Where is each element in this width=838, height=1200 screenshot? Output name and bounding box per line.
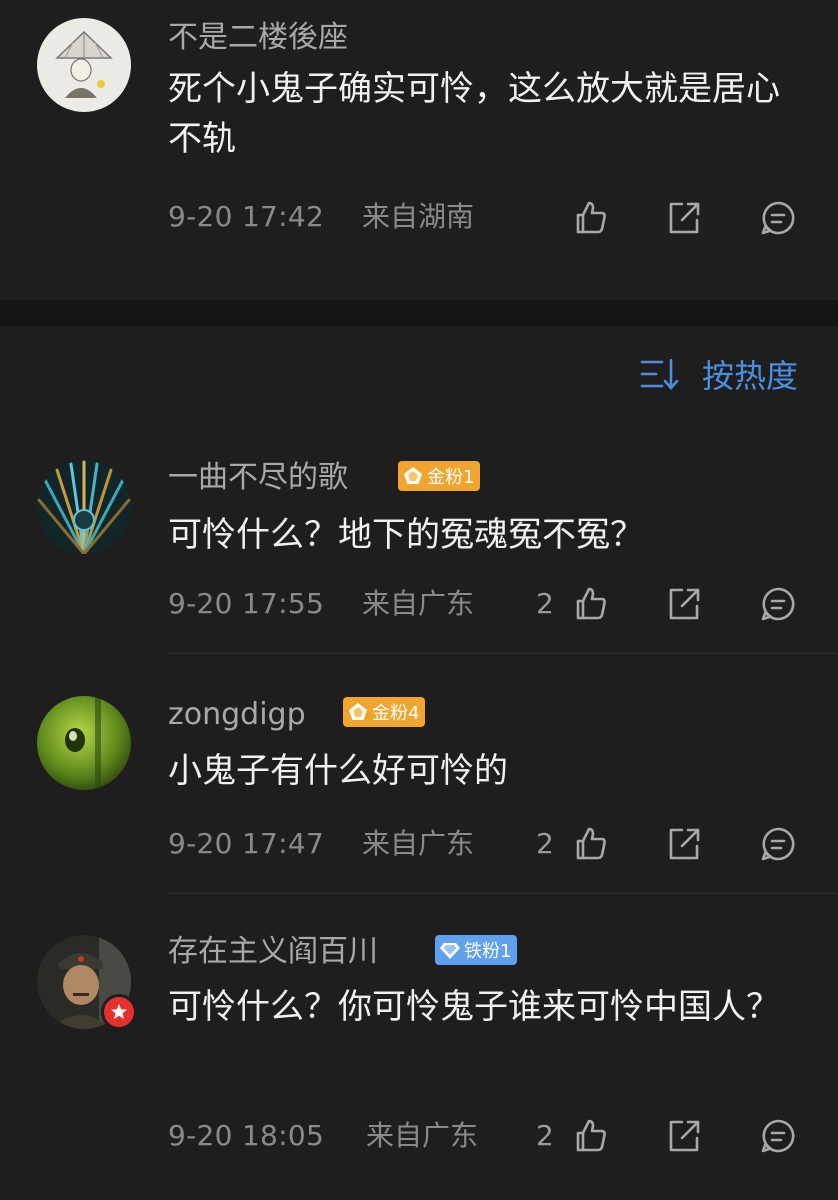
verified-icon	[101, 994, 137, 1030]
fan-badge[interactable]: 铁粉1	[435, 935, 518, 965]
top-comment: 不是二楼後座 死个小鬼子确实可怜，这么放大就是居心不轨 9-20 17:42 来…	[0, 0, 838, 300]
like-count: 2	[536, 827, 554, 860]
reply-icon[interactable]	[758, 824, 798, 864]
reply-icon[interactable]	[758, 1116, 798, 1156]
like-icon[interactable]	[571, 584, 611, 624]
avatar[interactable]	[37, 460, 131, 554]
comment-time: 9-20 18:05	[168, 1119, 325, 1152]
comment-location: 来自湖南	[362, 200, 475, 233]
like-count: 2	[536, 587, 554, 620]
share-icon[interactable]	[664, 198, 704, 238]
fan-badge[interactable]: 金粉1	[398, 461, 481, 491]
section-separator	[0, 300, 838, 326]
like-icon[interactable]	[571, 824, 611, 864]
sort-icon	[640, 358, 679, 390]
username[interactable]: 存在主义阎百川	[168, 934, 378, 970]
diamond-icon	[440, 943, 460, 959]
share-icon[interactable]	[664, 1116, 704, 1156]
badge-label: 金粉4	[372, 703, 420, 724]
like-icon[interactable]	[571, 1116, 611, 1156]
avatar[interactable]	[37, 18, 131, 112]
gem-icon	[349, 703, 367, 720]
comment-text: 可怜什么？地下的冤魂冤不冤？	[168, 515, 644, 555]
comment-location: 来自广东	[362, 827, 475, 860]
comment-time: 9-20 17:55	[168, 587, 325, 620]
divider	[168, 653, 838, 654]
comments-page: 不是二楼後座 死个小鬼子确实可怜，这么放大就是居心不轨 9-20 17:42 来…	[0, 0, 838, 1200]
fan-badge[interactable]: 金粉4	[343, 697, 426, 727]
like-count: 2	[536, 1119, 554, 1152]
share-icon[interactable]	[664, 824, 704, 864]
username[interactable]: 一曲不尽的歌	[168, 460, 348, 496]
comment-location: 来自广东	[366, 1119, 479, 1152]
badge-label: 金粉1	[427, 467, 475, 488]
comment-text: 死个小鬼子确实可怜，这么放大就是居心不轨	[168, 69, 780, 159]
like-icon[interactable]	[571, 198, 611, 238]
avatar[interactable]	[37, 696, 131, 790]
username[interactable]: zongdigp	[168, 697, 306, 733]
reply-icon[interactable]	[758, 584, 798, 624]
sort-control[interactable]: 按热度	[640, 352, 798, 396]
reply-icon[interactable]	[758, 198, 798, 238]
comment-text: 可怜什么？你可怜鬼子谁来可怜中国人？	[168, 987, 780, 1027]
share-icon[interactable]	[664, 584, 704, 624]
comment-time: 9-20 17:42	[168, 200, 325, 233]
username[interactable]: 不是二楼後座	[168, 20, 348, 56]
gem-icon	[404, 467, 422, 484]
badge-label: 铁粉1	[464, 941, 512, 962]
comment-text: 小鬼子有什么好可怜的	[168, 751, 508, 791]
divider	[168, 893, 838, 894]
sort-label: 按热度	[701, 357, 798, 395]
comment-time: 9-20 17:47	[168, 827, 325, 860]
comment-location: 来自广东	[362, 587, 475, 620]
